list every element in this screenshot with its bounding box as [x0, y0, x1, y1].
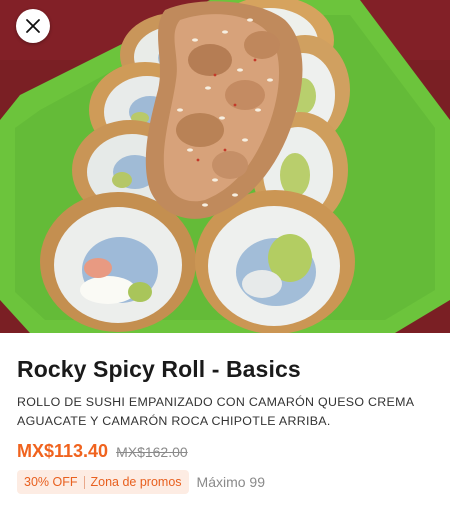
product-image: [0, 0, 450, 333]
price-row: MX$113.40 MX$162.00: [17, 441, 433, 462]
current-price: MX$113.40: [17, 441, 109, 461]
promo-badge: 30% OFF Zona de promos: [17, 470, 189, 494]
discount-label: 30% OFF: [24, 475, 78, 489]
promo-zone-label: Zona de promos: [90, 475, 182, 489]
product-details: Rocky Spicy Roll - Basics ROLLO DE SUSHI…: [0, 333, 450, 494]
promo-tags: 30% OFF Zona de promos Máximo 99: [17, 470, 433, 494]
original-price: MX$162.00: [116, 444, 188, 460]
close-icon: [26, 19, 40, 33]
close-button[interactable]: [16, 9, 50, 43]
product-description: ROLLO DE SUSHI EMPANIZADO CON CAMARÓN QU…: [17, 395, 414, 428]
promo-divider: [83, 475, 85, 489]
product-title: Rocky Spicy Roll - Basics: [17, 356, 301, 382]
max-quantity-label: Máximo 99: [196, 474, 265, 490]
